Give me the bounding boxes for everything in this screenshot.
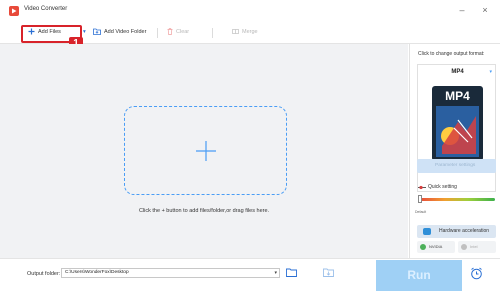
app-logo-icon (9, 6, 19, 16)
browse-folder-icon[interactable] (286, 268, 297, 277)
format-thumb-label: MP4 (445, 89, 470, 103)
open-folder-icon[interactable] (323, 268, 334, 277)
file-list-area[interactable]: Click the + button to add files/folder,o… (0, 44, 408, 258)
nvidia-label: NVIDIA (429, 244, 443, 249)
folder-plus-icon (93, 28, 101, 35)
chevron-down-icon: ▾ (274, 270, 277, 276)
nvidia-option[interactable]: NVIDIA (417, 241, 455, 253)
check-icon (461, 244, 467, 250)
output-folder-label: Output folder: (27, 271, 61, 277)
output-folder-select[interactable]: C:\Users\WonderFox\Desktop ▾ (61, 268, 280, 278)
hardware-acceleration-icon (423, 228, 431, 235)
chevron-down-icon: ▾ (83, 29, 86, 35)
toolbar-divider (212, 28, 213, 38)
output-settings-panel: Click to change output format: MP4 ▾ MP4… (409, 44, 500, 258)
format-name: MP4 (451, 69, 464, 75)
add-video-folder-button[interactable]: Add Video Folder (93, 26, 146, 38)
drop-zone[interactable] (124, 106, 287, 195)
mp4-format-thumbnail: MP4 (428, 80, 487, 167)
quick-setting-label: Quick setting (428, 184, 457, 190)
drop-hint-text: Click the + button to add files/folder,o… (138, 208, 270, 214)
quality-slider-handle[interactable] (418, 195, 422, 203)
parameter-settings-label: Parameter settings (435, 163, 476, 168)
intel-label: Intel (470, 244, 478, 249)
clear-label: Clear (176, 29, 190, 35)
add-plus-icon[interactable] (196, 141, 216, 161)
output-format-label: Click to change output format: (418, 51, 485, 57)
slider-settings-icon (418, 185, 426, 190)
window-title: Video Converter (24, 6, 68, 12)
run-button[interactable]: Run (376, 260, 462, 291)
merge-icon (232, 29, 239, 34)
minimize-icon[interactable]: – (455, 3, 469, 17)
add-files-dropdown[interactable]: ▾ (83, 26, 86, 38)
trash-icon (167, 28, 173, 35)
alarm-clock-icon[interactable] (470, 267, 483, 280)
check-icon (420, 244, 426, 250)
output-folder-value: C:\Users\WonderFox\Desktop (65, 270, 129, 275)
add-video-folder-label: Add Video Folder (104, 29, 147, 35)
close-icon[interactable]: × (478, 3, 492, 17)
intel-option[interactable]: Intel (458, 241, 496, 253)
quality-slider-track[interactable] (418, 198, 495, 201)
parameter-settings-button[interactable]: Parameter settings (417, 159, 496, 173)
chevron-down-icon: ▾ (489, 69, 492, 75)
bottom-bar: Output folder: C:\Users\WonderFox\Deskto… (0, 258, 500, 291)
title-bar: Video Converter – × (0, 0, 500, 20)
toolbar-divider (157, 28, 158, 38)
merge-label: Merge (242, 29, 258, 35)
merge-button[interactable]: Merge (232, 26, 258, 38)
hardware-acceleration-label: Hardware acceleration (439, 228, 490, 234)
slider-default-label: Default (415, 210, 427, 214)
clear-button[interactable]: Clear (167, 26, 189, 38)
